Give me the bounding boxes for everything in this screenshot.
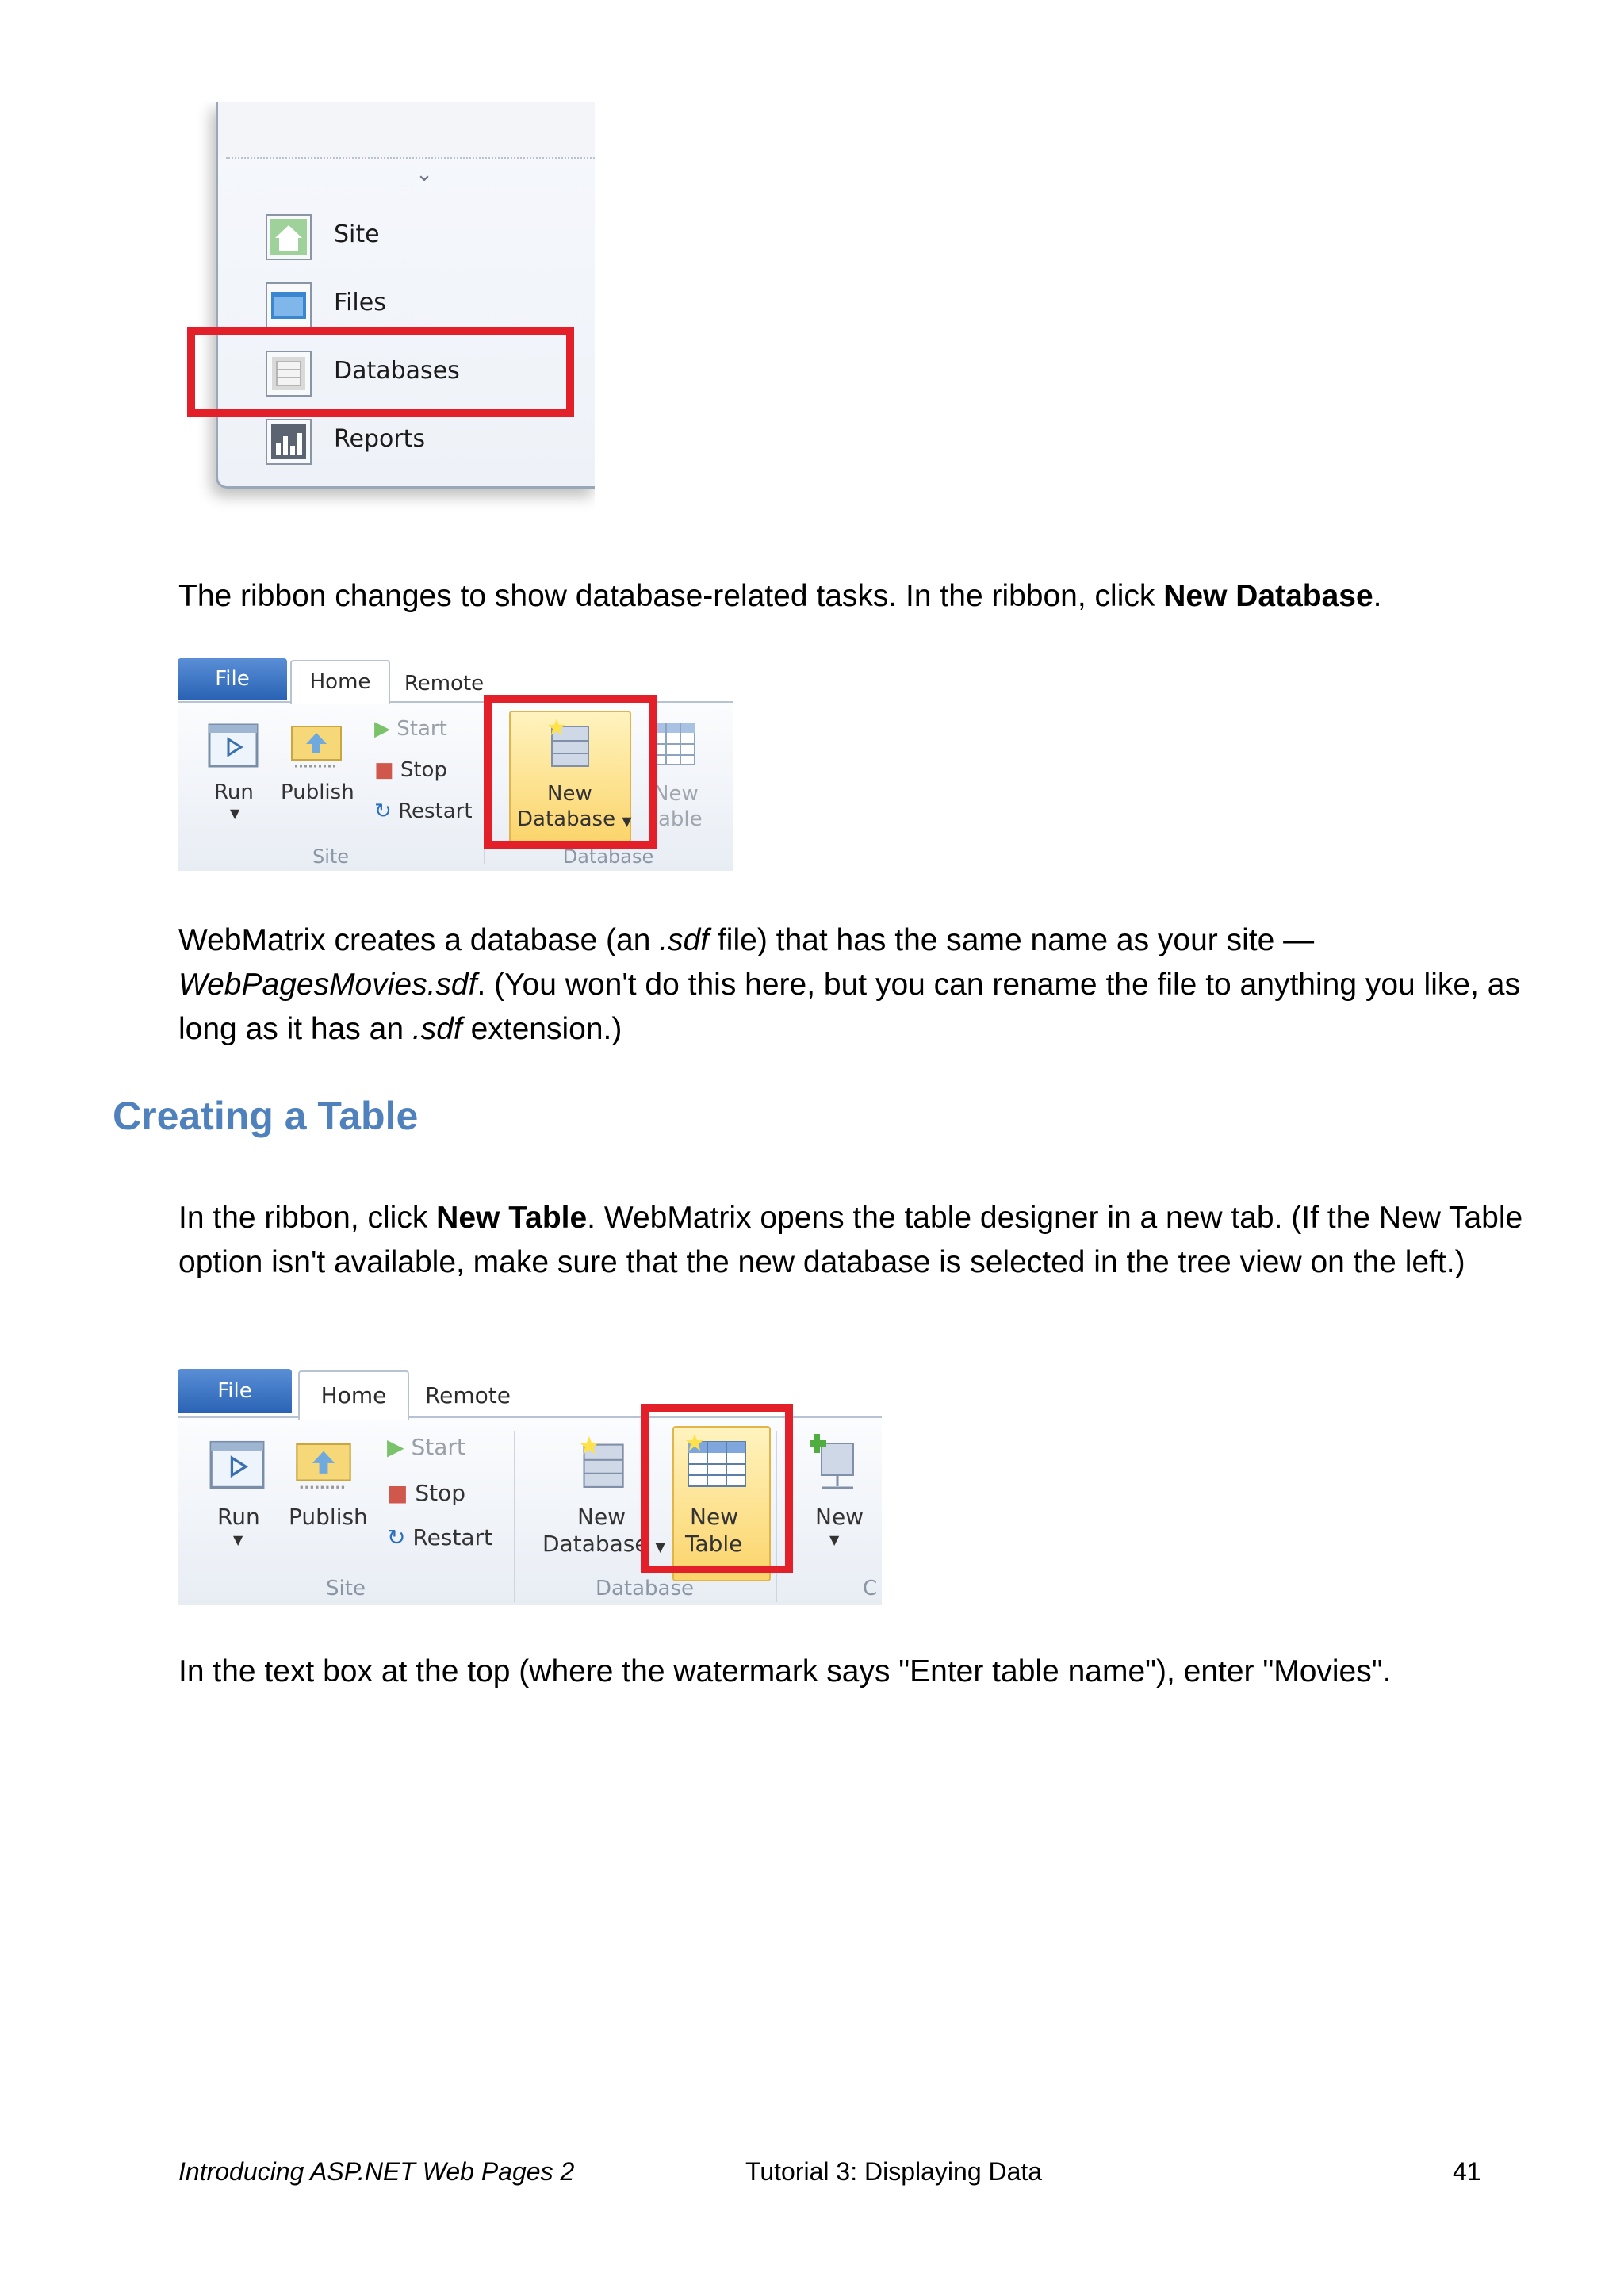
group-label-partial: C [863,1577,878,1600]
tab-file[interactable]: File [178,1369,292,1413]
restart-button[interactable]: ↻ Restart [387,1524,492,1550]
stop-button[interactable]: ■ Stop [387,1480,465,1506]
reports-icon [266,419,312,465]
paragraph-ribbon-changes: The ribbon changes to show database-rela… [178,579,1382,613]
tab-file[interactable]: File [178,658,287,700]
start-button[interactable]: ▶ Start [374,717,447,741]
paragraph-enter-table-name: In the text box at the top (where the wa… [178,1654,1392,1688]
group-label-database: Database [562,845,654,868]
run-icon [208,723,259,771]
tab-home[interactable]: Home [290,660,390,704]
tab-home[interactable]: Home [298,1370,409,1420]
folder-icon [266,282,312,328]
run-button[interactable]: Run [217,1504,260,1530]
new-connection-button[interactable]: New [815,1504,864,1530]
paragraph-new-table: In the ribbon, click New Table. WebMatri… [178,1201,1523,1279]
footer-page-number: 41 [1453,2157,1481,2186]
section-heading: Creating a Table [113,1094,419,1138]
start-button[interactable]: ▶ Start [387,1434,465,1460]
start-icon: ▶ [387,1434,404,1460]
footer-chapter-title: Tutorial 3: Displaying Data [745,2157,1043,2186]
publish-icon [289,720,344,774]
new-connection-icon [807,1432,860,1497]
stop-button[interactable]: ■ Stop [374,758,447,782]
site-icon [266,214,312,260]
nav-item-reports[interactable]: Reports [266,416,583,468]
restart-icon: ↻ [387,1524,406,1550]
stop-icon: ■ [374,758,394,782]
footer-book-title: Introducing ASP.NET Web Pages 2 [178,2157,575,2186]
restart-icon: ↻ [374,799,392,823]
stop-icon: ■ [387,1480,408,1506]
run-icon [209,1440,265,1493]
group-label-database: Database [595,1577,695,1600]
group-label-site: Site [312,845,350,868]
start-icon: ▶ [374,717,390,741]
highlight-box-new-table [641,1404,793,1573]
new-database-button[interactable]: New [577,1504,626,1530]
publish-button[interactable]: Publish [289,1504,368,1530]
tab-remote[interactable]: Remote [412,1374,523,1418]
run-dropdown-icon[interactable]: ▼ [230,806,239,821]
highlight-box-new-database [484,695,657,849]
run-dropdown-icon[interactable]: ▼ [233,1532,243,1547]
highlight-box-databases [187,327,574,417]
chevron-down-icon[interactable]: ⌄ [408,162,440,186]
nav-item-site[interactable]: Site [266,211,583,263]
navigation-pane-screenshot: ⌄ Site Files Databases Reports [197,102,595,530]
publish-button[interactable]: Publish [281,780,354,804]
new-table-icon-partial [650,720,698,771]
restart-button[interactable]: ↻ Restart [374,799,473,823]
new-database-icon [577,1434,628,1494]
run-button[interactable]: Run [214,780,254,804]
paragraph-webmatrix-creates: WebMatrix creates a database (an .sdf fi… [178,923,1520,1046]
publish-icon [293,1437,354,1496]
nav-item-files[interactable]: Files [266,279,583,332]
group-label-site: Site [326,1577,366,1600]
new-connection-dropdown-icon[interactable]: ▼ [829,1532,839,1547]
navigation-pane: ⌄ Site Files Databases Reports [216,102,595,489]
tab-remote[interactable]: Remote [395,663,493,704]
new-table-button-partial[interactable]: New [653,782,699,806]
